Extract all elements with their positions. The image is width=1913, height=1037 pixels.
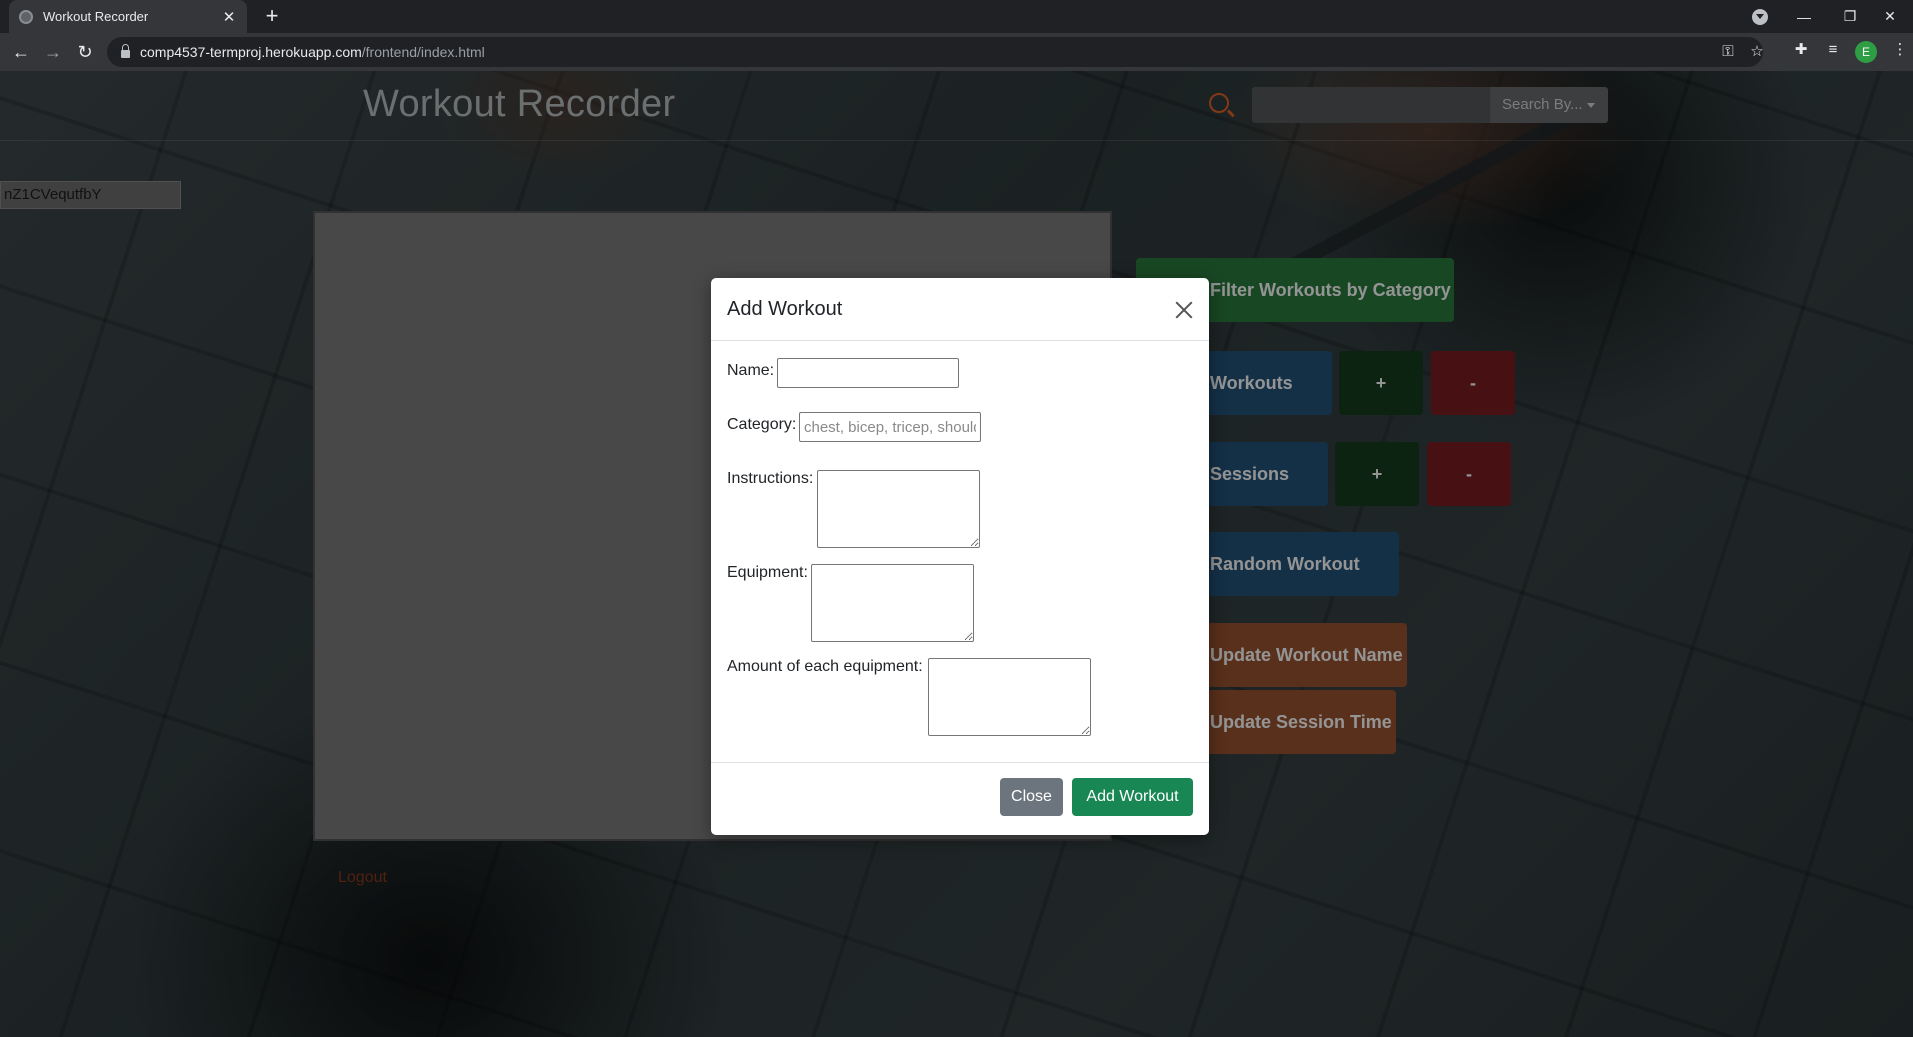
- reload-icon[interactable]: ↻: [72, 39, 98, 65]
- name-input[interactable]: [777, 358, 959, 388]
- add-workout-button[interactable]: Add Workout: [1072, 778, 1193, 816]
- amount-label: Amount of each equipment:: [727, 658, 923, 675]
- modal-footer: Close Add Workout: [711, 762, 1209, 835]
- category-label: Category:: [727, 416, 797, 433]
- star-icon[interactable]: ☆: [1746, 37, 1768, 67]
- browser-tab[interactable]: Workout Recorder ✕: [9, 0, 247, 33]
- name-label: Name:: [727, 362, 775, 379]
- reading-list-icon[interactable]: ≡: [1822, 40, 1844, 60]
- browser-toolbar: ← → ↻ comp4537-termproj.herokuapp.com /f…: [0, 33, 1913, 71]
- address-bar[interactable]: comp4537-termproj.herokuapp.com /fronten…: [107, 37, 1764, 67]
- back-icon[interactable]: ←: [8, 39, 34, 65]
- profile-avatar[interactable]: E: [1855, 41, 1877, 63]
- lock-icon: [121, 44, 130, 58]
- new-tab-icon[interactable]: +: [260, 4, 284, 28]
- close-icon[interactable]: [1174, 300, 1194, 320]
- window-close-icon[interactable]: ✕: [1867, 0, 1913, 33]
- instructions-textarea[interactable]: [817, 470, 980, 548]
- modal-title: Add Workout: [727, 298, 843, 320]
- browser-tab-bar: Workout Recorder ✕ + — ❐ ✕: [0, 0, 1913, 33]
- url-host: comp4537-termproj.herokuapp.com: [140, 44, 362, 60]
- forward-icon[interactable]: →: [40, 39, 66, 65]
- close-button[interactable]: Close: [1000, 778, 1063, 816]
- modal-header: Add Workout: [711, 278, 1209, 341]
- tab-title: Workout Recorder: [43, 9, 149, 24]
- add-workout-modal: Add Workout Name: Category: Instructions…: [711, 278, 1209, 835]
- minimize-icon[interactable]: —: [1781, 0, 1827, 33]
- instructions-label: Instructions:: [727, 470, 814, 487]
- amount-textarea[interactable]: [928, 658, 1091, 736]
- category-input[interactable]: [799, 412, 981, 442]
- url-path: /frontend/index.html: [361, 44, 485, 60]
- equipment-textarea[interactable]: [811, 564, 974, 642]
- tab-search-icon[interactable]: [1752, 9, 1768, 25]
- equipment-label: Equipment:: [727, 564, 808, 581]
- extensions-icon[interactable]: ✚: [1790, 40, 1812, 60]
- menu-icon[interactable]: ⋮: [1889, 40, 1911, 60]
- globe-icon: [19, 9, 33, 24]
- tab-close-icon[interactable]: ✕: [221, 8, 237, 26]
- key-icon[interactable]: ⚿: [1717, 37, 1739, 67]
